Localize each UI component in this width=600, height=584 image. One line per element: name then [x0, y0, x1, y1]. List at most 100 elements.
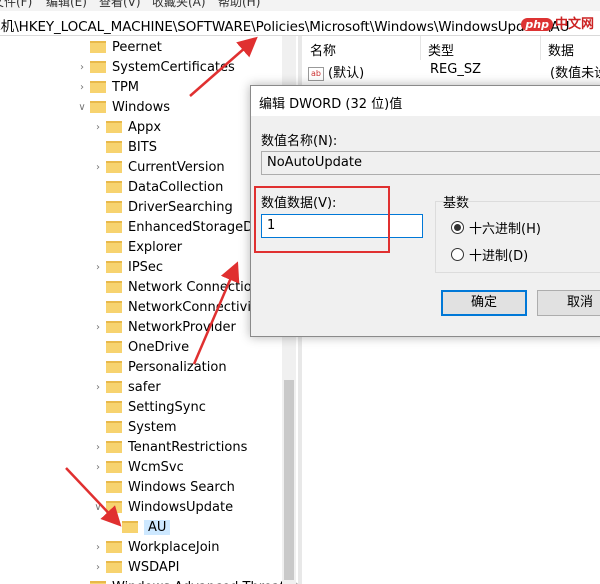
menu-favorites[interactable]: 收藏夹(A)	[152, 0, 206, 10]
address-bar[interactable]: 计算机\HKEY_LOCAL_MACHINE\SOFTWARE\Policies…	[0, 11, 600, 36]
folder-icon	[106, 361, 122, 373]
tree-item-label: Personalization	[128, 359, 227, 375]
highlight-box	[254, 186, 390, 253]
chevron-down-icon[interactable]: ∨	[76, 97, 88, 117]
tree-item[interactable]: Peernet	[76, 37, 162, 57]
menu-bar: 文件(F) 编辑(E) 查看(V) 收藏夹(A) 帮助(H)	[0, 0, 600, 11]
chevron-right-icon[interactable]: ›	[92, 437, 104, 457]
folder-icon	[106, 321, 122, 333]
chevron-right-icon[interactable]: ›	[92, 257, 104, 277]
folder-icon	[106, 421, 122, 433]
tree-item[interactable]: DataCollection	[92, 177, 223, 197]
tree-item[interactable]: › TPM	[76, 77, 139, 97]
value-row-default[interactable]: ab (默认)	[308, 62, 364, 82]
tree-item[interactable]: › IPSec	[92, 257, 163, 277]
chevron-right-icon[interactable]: ›	[92, 537, 104, 557]
ok-button[interactable]: 确定	[441, 290, 527, 316]
tree-item[interactable]: › TenantRestrictions	[92, 437, 247, 457]
chevron-right-icon[interactable]: ›	[76, 77, 88, 97]
value-name-field[interactable]: NoAutoUpdate	[261, 151, 600, 175]
menu-file[interactable]: 文件(F)	[0, 0, 32, 10]
chevron-right-icon[interactable]: ›	[92, 157, 104, 177]
tree-item[interactable]: › Windows Advanced Threat Protection	[76, 577, 298, 584]
chevron-right-icon[interactable]: ›	[92, 377, 104, 397]
tree-item[interactable]: ∨ WindowsUpdate	[92, 497, 233, 517]
tree-item[interactable]: Network Connections	[92, 277, 267, 297]
tree-item[interactable]: BITS	[92, 137, 157, 157]
menu-edit[interactable]: 编辑(E)	[46, 0, 87, 10]
tree-item[interactable]: › Appx	[92, 117, 161, 137]
chevron-right-icon[interactable]: ›	[76, 577, 88, 584]
folder-icon	[106, 241, 122, 253]
tree-item[interactable]: › safer	[92, 377, 161, 397]
tree-item-label: Explorer	[128, 239, 183, 255]
tree-item-label: AU	[144, 519, 171, 535]
tree-item[interactable]: Windows Search	[92, 477, 235, 497]
tree-item[interactable]: › CurrentVersion	[92, 157, 225, 177]
tree-item-label: safer	[128, 379, 161, 395]
tree-item[interactable]: SettingSync	[92, 397, 206, 417]
tree-item[interactable]: › WcmSvc	[92, 457, 184, 477]
tree-item[interactable]: › SystemCertificates	[76, 57, 235, 77]
radio-dec-label: 十进制(D)	[469, 249, 529, 264]
tree-item[interactable]: DriverSearching	[92, 197, 233, 217]
folder-icon	[106, 341, 122, 353]
folder-icon	[90, 41, 106, 53]
folder-icon	[122, 521, 138, 533]
address-path[interactable]: 计算机\HKEY_LOCAL_MACHINE\SOFTWARE\Policies…	[0, 15, 570, 35]
column-name[interactable]: 名称	[310, 40, 336, 59]
menu-view[interactable]: 查看(V)	[99, 0, 141, 10]
folder-icon	[106, 201, 122, 213]
radio-hex-dot[interactable]	[451, 221, 464, 234]
radio-dec-dot[interactable]	[451, 248, 464, 261]
chevron-right-icon[interactable]: ›	[92, 117, 104, 137]
folder-icon	[90, 81, 106, 93]
watermark: php 中文网	[521, 13, 594, 32]
chevron-right-icon[interactable]: ›	[92, 457, 104, 477]
tree-item-label: BITS	[128, 139, 157, 155]
tree-item-label: NetworkProvider	[128, 319, 236, 335]
tree-item[interactable]: OneDrive	[92, 337, 189, 357]
tree-item[interactable]: AU	[108, 517, 171, 537]
column-separator[interactable]	[420, 36, 421, 60]
tree-item-label: Windows Advanced Threat Protection	[112, 580, 298, 584]
radio-hex-label: 十六进制(H)	[469, 222, 541, 237]
folder-icon	[106, 381, 122, 393]
tree-scroll-thumb[interactable]	[284, 380, 294, 580]
folder-icon	[106, 401, 122, 413]
chevron-right-icon[interactable]: ›	[76, 57, 88, 77]
column-type[interactable]: 类型	[428, 40, 454, 59]
tree-item[interactable]: Explorer	[92, 237, 182, 257]
chevron-right-icon[interactable]: ›	[92, 557, 104, 577]
tree-item[interactable]: › WorkplaceJoin	[92, 537, 220, 557]
column-separator[interactable]	[540, 36, 541, 60]
menu-help[interactable]: 帮助(H)	[218, 0, 260, 10]
column-data[interactable]: 数据	[548, 40, 574, 59]
folder-icon	[106, 441, 122, 453]
tree-item-label: Appx	[128, 119, 162, 135]
tree-item[interactable]: System	[92, 417, 176, 437]
tree-item[interactable]: ∨ Windows	[76, 97, 170, 117]
radio-hexadecimal[interactable]: 十六进制(H)	[451, 218, 541, 237]
cancel-button[interactable]: 取消	[537, 290, 600, 316]
tree-item-label: IPSec	[128, 259, 164, 275]
dialog-title-bar[interactable]: 编辑 DWORD (32 位)值	[251, 86, 600, 116]
tree-item[interactable]: Personalization	[92, 357, 227, 377]
radio-decimal[interactable]: 十进制(D)	[451, 245, 528, 264]
chevron-down-icon[interactable]: ∨	[92, 497, 104, 517]
chevron-right-icon[interactable]: ›	[92, 317, 104, 337]
value-type: REG_SZ	[430, 62, 481, 77]
tree-item[interactable]: › NetworkProvider	[92, 317, 236, 337]
tree-item-label: System	[128, 419, 177, 435]
tree-item[interactable]: › WSDAPI	[92, 557, 179, 577]
folder-icon	[106, 501, 122, 513]
